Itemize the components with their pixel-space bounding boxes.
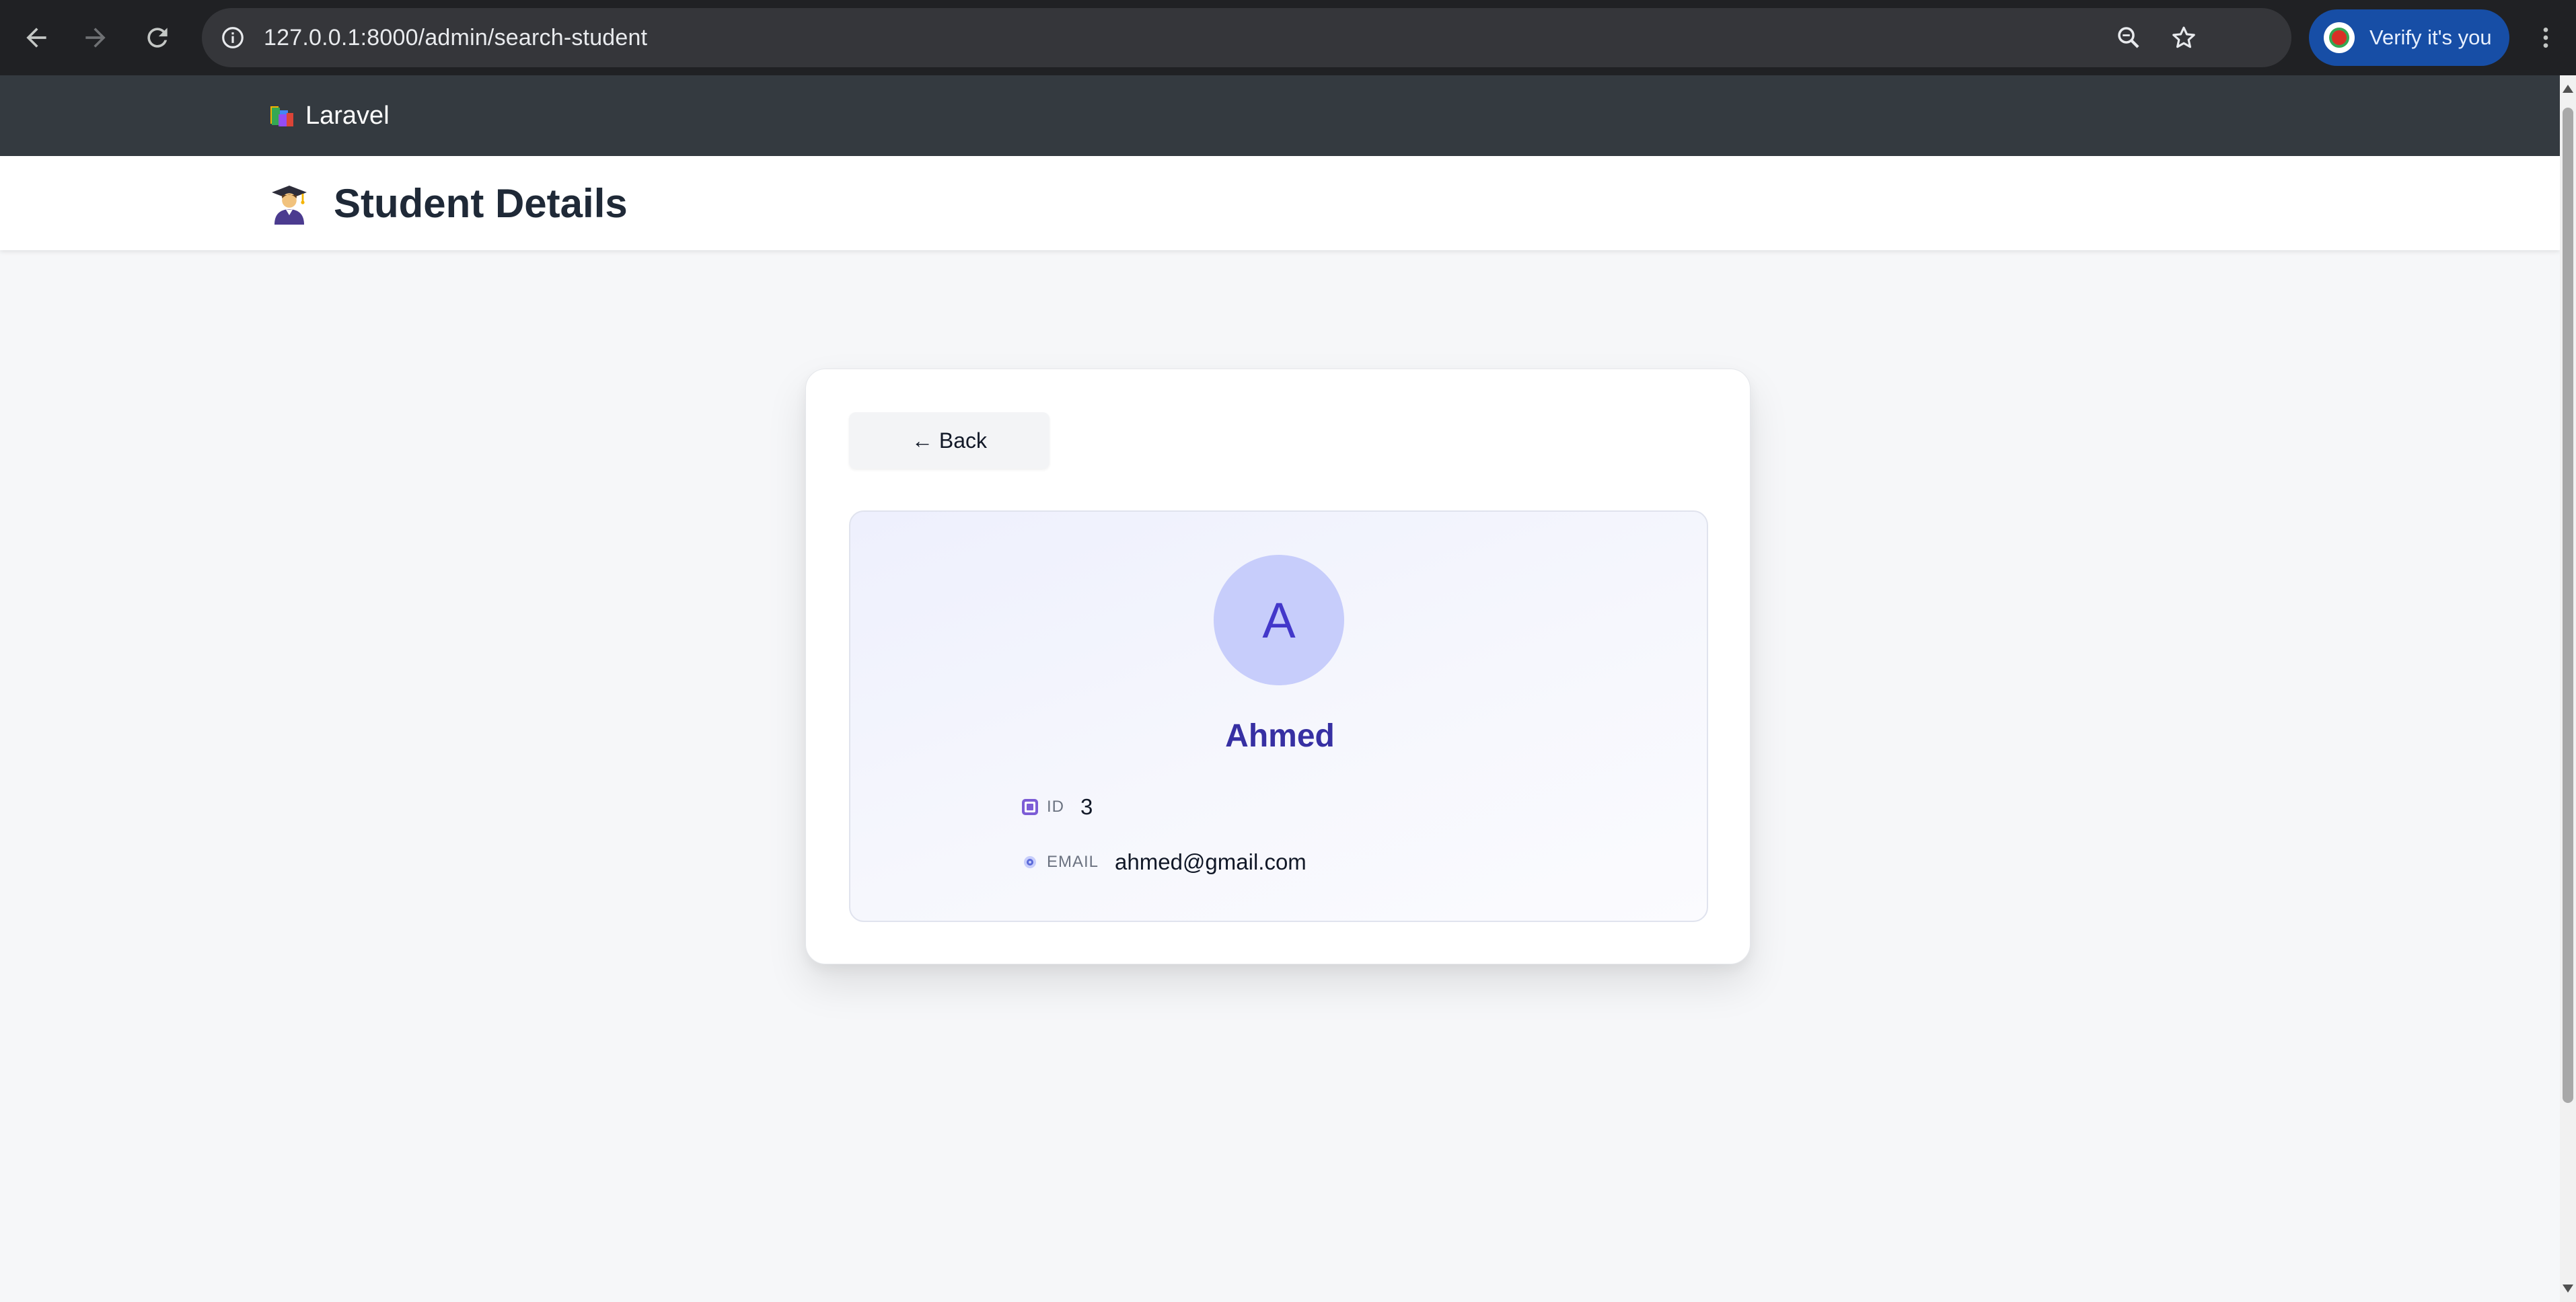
- url-text[interactable]: 127.0.0.1:8000/admin/search-student: [264, 8, 647, 67]
- zoom-icon[interactable]: [2110, 19, 2147, 56]
- page-header: Student Details: [0, 156, 2560, 250]
- browser-toolbar: 127.0.0.1:8000/admin/search-student Veri…: [0, 0, 2576, 75]
- brand-text: Laravel: [305, 101, 390, 130]
- field-value: 3: [1080, 794, 1093, 819]
- field-value: ahmed@gmail.com: [1115, 849, 1307, 874]
- site-info-icon[interactable]: [214, 19, 252, 56]
- brand-link[interactable]: Laravel: [269, 75, 390, 156]
- back-arrow-icon[interactable]: [12, 13, 61, 62]
- more-vert-icon[interactable]: [2526, 13, 2566, 62]
- info-row-id: ID 3: [1021, 790, 1093, 824]
- address-bar[interactable]: 127.0.0.1:8000/admin/search-student: [202, 8, 2291, 67]
- student-graduate-icon: [269, 182, 309, 225]
- reload-icon[interactable]: [133, 13, 182, 62]
- scroll-thumb[interactable]: [2563, 108, 2573, 1103]
- scroll-down-arrow-icon[interactable]: [2563, 1285, 2573, 1293]
- id-card-icon: [1021, 798, 1039, 816]
- back-button[interactable]: ← Back: [849, 412, 1050, 469]
- scroll-up-arrow-icon[interactable]: [2563, 85, 2573, 93]
- email-icon: [1021, 853, 1039, 871]
- student-name: Ahmed: [1225, 718, 1335, 754]
- forward-arrow-icon[interactable]: [71, 13, 120, 62]
- profile-panel: A Ahmed ID 3 EMAIL ahmed@gmail.com: [849, 510, 1708, 922]
- app-navbar: Laravel: [0, 75, 2560, 156]
- profile-alert-icon: [2324, 22, 2355, 53]
- bookmark-star-icon[interactable]: [2165, 19, 2203, 56]
- student-card: ← Back A Ahmed ID 3 EMAIL ahmed@gmail.co…: [805, 369, 1751, 964]
- books-icon: [269, 102, 296, 129]
- verify-profile-button[interactable]: Verify it's you: [2309, 9, 2509, 66]
- verify-label: Verify it's you: [2369, 26, 2492, 49]
- avatar: A: [1214, 555, 1344, 685]
- field-key: EMAIL: [1047, 853, 1099, 871]
- field-key: ID: [1047, 798, 1064, 816]
- info-row-email: EMAIL ahmed@gmail.com: [1021, 845, 1307, 879]
- page-title: Student Details: [334, 180, 628, 226]
- page-scrollbar[interactable]: [2560, 75, 2576, 1302]
